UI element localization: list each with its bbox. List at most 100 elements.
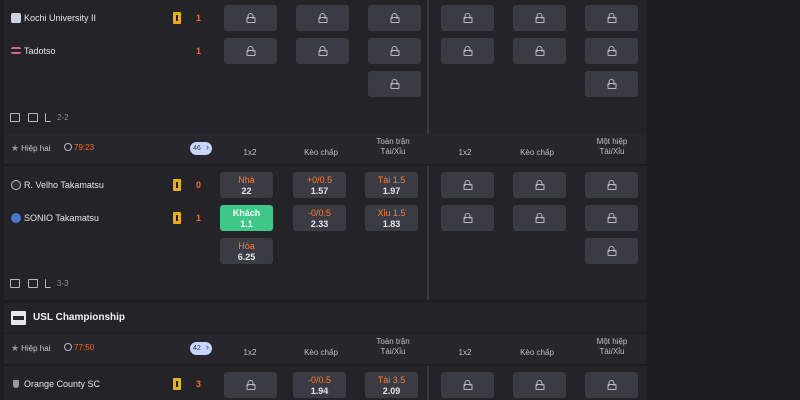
odds-label: -0/0.5 [307, 208, 331, 218]
odds-cell-locked[interactable] [585, 172, 638, 198]
odds-cell-home[interactable]: Nhà 22 [220, 172, 273, 198]
odds-cell-locked[interactable] [513, 172, 566, 198]
odds-value: 1.57 [310, 186, 329, 196]
odds-cell-locked[interactable] [585, 5, 638, 31]
odds-cell-locked[interactable] [224, 372, 277, 398]
odds-cell-locked[interactable] [513, 38, 566, 64]
column-header-ou-half: Một hiệp Tài/Xỉu [596, 337, 628, 356]
yellow-card-icon [173, 378, 181, 390]
odds-label: Hòa [238, 241, 255, 251]
odds-cell-locked[interactable] [585, 372, 638, 398]
column-header-handicap: Kèo chấp [304, 148, 338, 157]
video-icon[interactable] [10, 279, 20, 288]
odds-cell-handicap-away[interactable]: -0/0.5 2.33 [293, 205, 346, 231]
odds-value: 1.1 [240, 219, 253, 229]
lock-icon [463, 13, 472, 23]
league-name: USL Championship [33, 312, 126, 323]
odds-cell-locked[interactable] [441, 172, 494, 198]
odds-cell-locked[interactable] [513, 205, 566, 231]
odds-cell-locked[interactable] [296, 38, 349, 64]
more-markets-badge[interactable]: 42 [190, 341, 212, 355]
team-score: 3 [196, 379, 202, 389]
odds-value: 1.94 [310, 386, 329, 396]
odds-value: 2.09 [382, 386, 401, 396]
more-markets-badge[interactable]: 46 [190, 141, 212, 155]
lock-icon [246, 380, 255, 390]
column-header-1x2: 1x2 [243, 148, 257, 157]
match-footer: 3-3 [10, 279, 90, 293]
odds-cell-locked[interactable] [513, 5, 566, 31]
odds-cell-away-selected[interactable]: Khách 1.1 [220, 205, 273, 231]
odds-cell-draw[interactable]: Hòa 6.25 [220, 238, 273, 264]
odds-cell-locked[interactable] [441, 205, 494, 231]
lock-icon [463, 180, 472, 190]
column-header-1x2-half: 1x2 [458, 148, 472, 157]
team-name[interactable]: Tadotso [24, 36, 56, 66]
match-footer: 2-2 [10, 113, 90, 127]
league-header[interactable]: USL Championship [4, 303, 646, 333]
team-logo-icon [13, 380, 19, 388]
odds-cell-handicap-home[interactable]: -0/0.5 1.94 [293, 372, 346, 398]
odds-value: 1.83 [382, 219, 401, 229]
stats-icon[interactable] [45, 113, 51, 122]
match-2-header: ★Hiệp hai 79:23 46 1x2 Kèo chấp Toàn trậ… [4, 134, 646, 164]
odds-value: 22 [241, 186, 252, 196]
lock-icon [390, 13, 399, 23]
team-name[interactable]: R. Velho Takamatsu [24, 170, 104, 200]
yellow-card-icon [173, 12, 181, 24]
lock-icon [607, 13, 616, 23]
odds-label: Xỉu 1.5 [377, 208, 406, 218]
scoreboard-icon[interactable] [28, 279, 38, 288]
yellow-card-icon [173, 212, 181, 224]
odds-cell-locked[interactable] [224, 38, 277, 64]
team-score: 1 [196, 13, 202, 23]
star-icon[interactable]: ★ [11, 143, 19, 153]
odds-cell-over[interactable]: Tài 3.5 2.09 [365, 372, 418, 398]
team-logo-icon [11, 13, 21, 23]
odds-cell-locked[interactable] [585, 71, 638, 97]
odds-cell-over[interactable]: Tài 1.5 1.97 [365, 172, 418, 198]
odds-cell-locked[interactable] [296, 5, 349, 31]
odds-cell-locked[interactable] [441, 38, 494, 64]
odds-cell-locked[interactable] [585, 205, 638, 231]
lock-icon [607, 46, 616, 56]
lock-icon [607, 246, 616, 256]
team-name[interactable]: SONIO Takamatsu [24, 203, 99, 233]
odds-cell-locked[interactable] [224, 5, 277, 31]
odds-cell-handicap-home[interactable]: +0/0.5 1.57 [293, 172, 346, 198]
full-time-score: 2-2 [57, 113, 69, 122]
lock-icon [535, 380, 544, 390]
column-header-handicap: Kèo chấp [304, 348, 338, 357]
clock-icon [64, 143, 72, 151]
odds-cell-under[interactable]: Xỉu 1.5 1.83 [365, 205, 418, 231]
lock-icon [607, 180, 616, 190]
odds-cell-locked[interactable] [585, 238, 638, 264]
period-label: ★ Hiệp hai [11, 343, 51, 353]
odds-value: 6.25 [237, 252, 256, 262]
video-icon[interactable] [10, 113, 20, 122]
odds-cell-locked[interactable] [441, 372, 494, 398]
scoreboard-icon[interactable] [28, 113, 38, 122]
odds-cell-locked[interactable] [585, 38, 638, 64]
odds-label: -0/0.5 [307, 375, 331, 385]
team-name[interactable]: Kochi University II [24, 3, 96, 33]
period-label: ★ Hiệp hai [11, 143, 51, 153]
column-header-ou-fulltime: Toàn trận Tài/Xỉu [376, 337, 410, 356]
odds-cell-locked[interactable] [513, 372, 566, 398]
column-header-handicap-half: Kèo chấp [520, 348, 554, 357]
team-logo-icon [11, 180, 21, 190]
odds-cell-locked[interactable] [368, 71, 421, 97]
stats-icon[interactable] [45, 279, 51, 288]
lock-icon [246, 46, 255, 56]
column-header-1x2: 1x2 [243, 348, 257, 357]
odds-cell-locked[interactable] [368, 5, 421, 31]
lock-icon [535, 46, 544, 56]
lock-icon [390, 79, 399, 89]
odds-cell-locked[interactable] [441, 5, 494, 31]
team-name[interactable]: Orange County SC [24, 369, 100, 399]
odds-cell-locked[interactable] [368, 38, 421, 64]
lock-icon [607, 79, 616, 89]
odds-label: Nhà [238, 175, 255, 185]
odds-label: Tài 3.5 [377, 375, 406, 385]
star-icon[interactable]: ★ [11, 343, 19, 353]
